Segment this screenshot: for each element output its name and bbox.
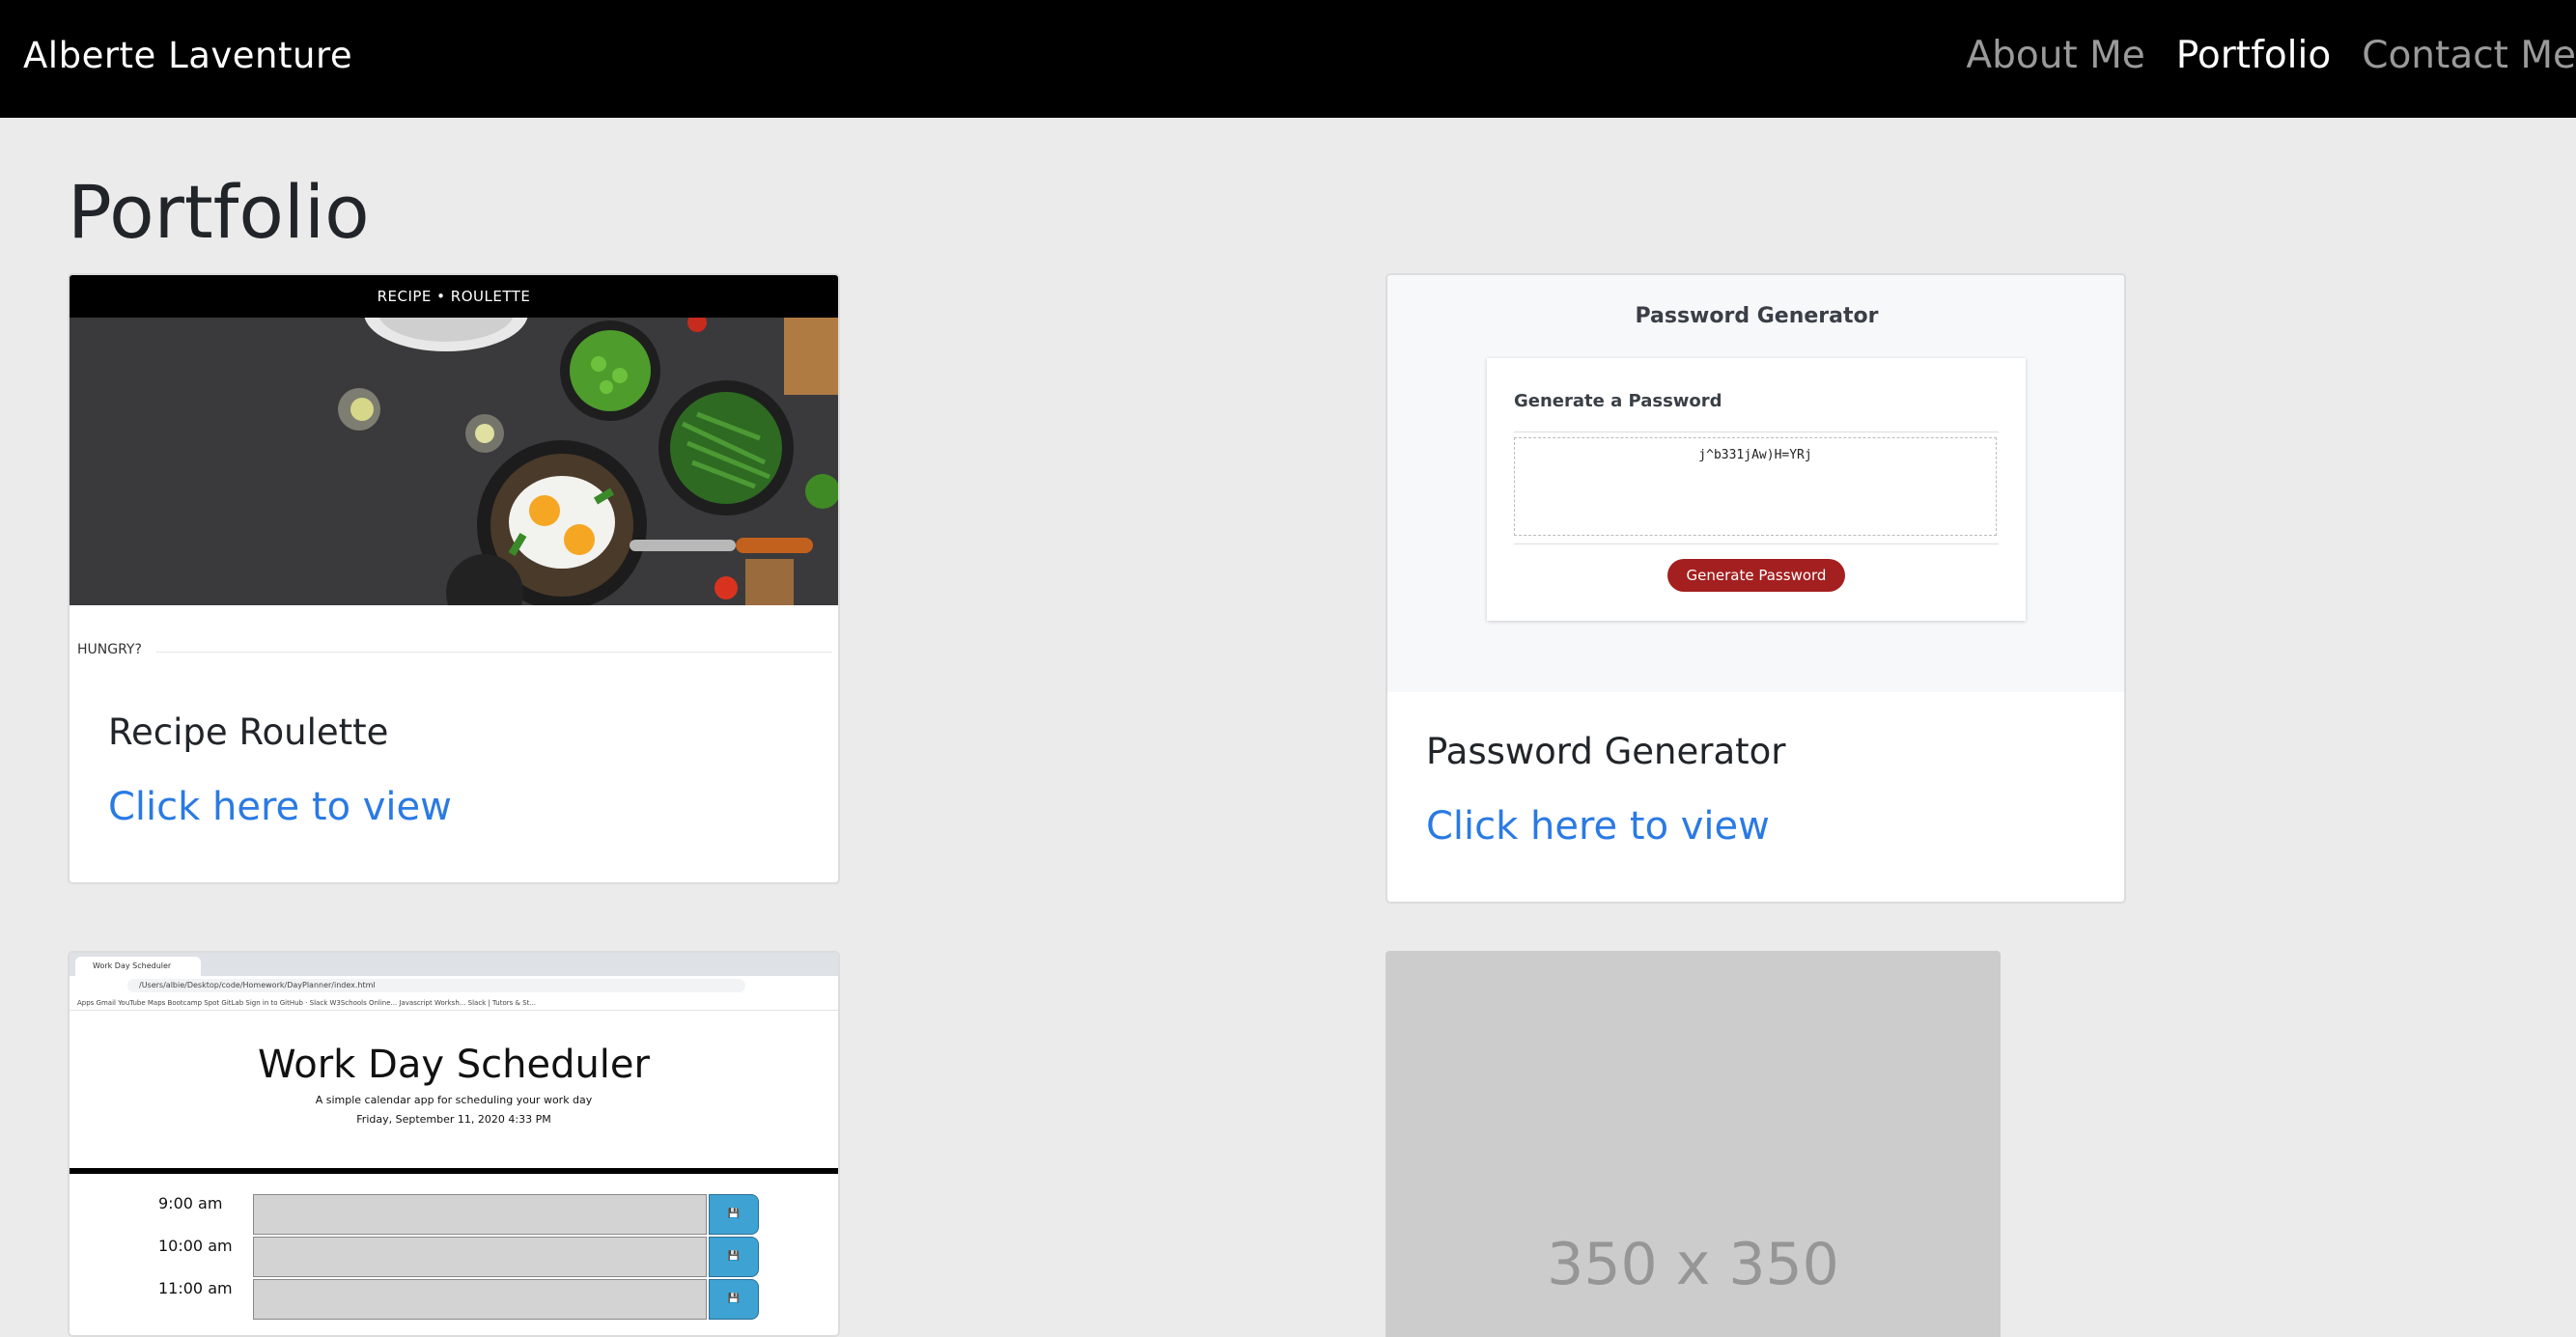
time-block-row: 9:00 am 💾 <box>149 1194 759 1235</box>
project-card-work-day-scheduler: Work Day Scheduler /Users/albie/Desktop/… <box>68 951 840 1337</box>
navbar: Alberte Laventure About Me Portfolio Con… <box>0 0 2576 118</box>
divider <box>70 1168 838 1174</box>
food-photo <box>70 318 838 605</box>
page-title: Portfolio <box>68 169 370 255</box>
time-block-row: 10:00 am 💾 <box>149 1237 759 1277</box>
card-title: Recipe Roulette <box>108 711 389 753</box>
nav-link-about-me[interactable]: About Me <box>1966 29 2144 83</box>
card-title: Password Generator <box>1426 731 1786 772</box>
hour-label: 9:00 am <box>158 1194 223 1212</box>
project-card-password-generator: Password Generator Generate a Password j… <box>1386 273 2126 904</box>
browser-address-bar: /Users/albie/Desktop/code/Homework/DayPl… <box>70 976 838 996</box>
recipe-banner: RECIPE • ROULETTE <box>70 275 838 318</box>
browser-tab: Work Day Scheduler <box>75 957 201 976</box>
url-text: /Users/albie/Desktop/code/Homework/DayPl… <box>127 979 745 992</box>
placeholder-image: 350 x 350 <box>1386 951 2001 1337</box>
password-display: j^b331jAw)H=YRj <box>1514 437 1997 536</box>
preview-password-card: Generate a Password j^b331jAw)H=YRj Gene… <box>1487 358 2026 621</box>
view-project-link[interactable]: Click here to view <box>108 781 452 833</box>
placeholder-text: 350 x 350 <box>1547 1231 1839 1298</box>
divider <box>156 652 832 653</box>
divider <box>1514 543 1999 544</box>
password-text: j^b331jAw)H=YRj <box>1698 448 1812 462</box>
save-icon: 💾 <box>709 1279 759 1320</box>
event-field <box>253 1194 707 1235</box>
project-card-recipe-roulette: RECIPE • ROULETTE HUNGRY? Recipe Roulett… <box>68 273 840 884</box>
scheduler-date: Friday, September 11, 2020 4:33 PM <box>356 1113 551 1126</box>
scheduler-title: Work Day Scheduler <box>258 1043 650 1087</box>
preview-heading: Password Generator <box>1635 304 1879 328</box>
password-generator-preview-image: Password Generator Generate a Password j… <box>1387 275 2124 692</box>
card-body: Password Generator Click here to view <box>1426 729 1785 852</box>
time-block-row: 11:00 am 💾 <box>149 1279 759 1320</box>
work-day-scheduler-preview-image: Work Day Scheduler /Users/albie/Desktop/… <box>70 953 838 1320</box>
scheduler-subtitle: A simple calendar app for scheduling you… <box>315 1094 593 1106</box>
nav-links: About Me Portfolio Contact Me <box>1966 29 2576 83</box>
nav-link-portfolio[interactable]: Portfolio <box>2176 29 2331 83</box>
bookmarks-bar: Apps Gmail YouTube Maps Bootcamp Spot Gi… <box>70 995 838 1011</box>
event-field <box>253 1279 707 1320</box>
hungry-caption: HUNGRY? <box>77 642 142 657</box>
save-icon: 💾 <box>709 1194 759 1235</box>
recipe-roulette-preview-image: RECIPE • ROULETTE HUNGRY? <box>70 275 838 663</box>
hour-label: 10:00 am <box>158 1237 233 1255</box>
nav-link-contact-me[interactable]: Contact Me <box>2362 29 2576 83</box>
hour-label: 11:00 am <box>158 1279 233 1297</box>
generate-password-button: Generate Password <box>1667 559 1845 592</box>
card-body: Recipe Roulette Click here to view <box>108 710 452 833</box>
preview-card-title: Generate a Password <box>1514 391 1722 411</box>
event-field <box>253 1237 707 1277</box>
view-project-link[interactable]: Click here to view <box>1426 800 1785 852</box>
browser-tab-bar: Work Day Scheduler <box>70 953 838 976</box>
save-icon: 💾 <box>709 1237 759 1277</box>
brand-name[interactable]: Alberte Laventure <box>23 33 352 79</box>
